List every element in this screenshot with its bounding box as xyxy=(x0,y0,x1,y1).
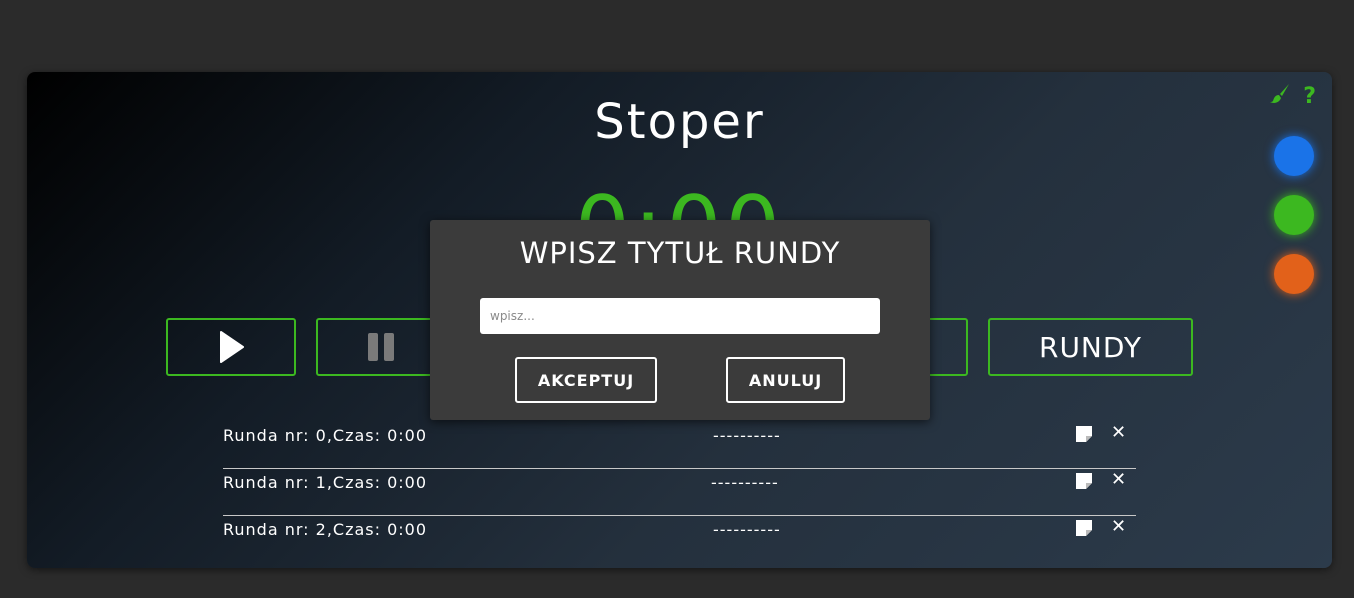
note-edit-icon[interactable] xyxy=(1076,473,1092,489)
theme-blue-dot[interactable] xyxy=(1274,136,1314,176)
round-title: ---------- xyxy=(711,473,779,492)
theme-green-dot[interactable] xyxy=(1274,195,1314,235)
page-title: Stoper xyxy=(594,94,765,150)
round-title-input[interactable] xyxy=(480,298,880,334)
round-title-modal: WPISZ TYTUŁ RUNDY AKCEPTUJ ANULUJ xyxy=(430,220,930,420)
play-icon xyxy=(220,331,244,363)
round-title: ---------- xyxy=(713,426,781,445)
help-icon[interactable]: ? xyxy=(1303,84,1316,109)
note-edit-icon[interactable] xyxy=(1076,426,1092,442)
round-label: Runda nr: 0,Czas: 0:00 xyxy=(223,426,428,445)
round-row: Runda nr: 1,Czas: 0:00 ---------- ✕ xyxy=(223,469,1136,516)
rounds-button[interactable]: RUNDY xyxy=(988,318,1193,376)
note-edit-icon[interactable] xyxy=(1076,520,1092,536)
close-icon[interactable]: ✕ xyxy=(1111,422,1127,443)
round-row: Runda nr: 0,Czas: 0:00 ---------- ✕ xyxy=(223,422,1136,469)
theme-orange-dot[interactable] xyxy=(1274,254,1314,294)
pause-icon xyxy=(368,333,394,361)
cancel-button[interactable]: ANULUJ xyxy=(726,357,845,403)
round-title: ---------- xyxy=(713,520,781,539)
round-row: Runda nr: 2,Czas: 0:00 ---------- ✕ xyxy=(223,516,1136,562)
accept-button[interactable]: AKCEPTUJ xyxy=(515,357,657,403)
round-label: Runda nr: 2,Czas: 0:00 xyxy=(223,520,428,539)
close-icon[interactable]: ✕ xyxy=(1111,469,1127,490)
top-icons: ? xyxy=(1269,82,1316,110)
round-label: Runda nr: 1,Czas: 0:00 xyxy=(223,473,428,492)
paint-brush-icon[interactable] xyxy=(1269,82,1291,110)
play-button[interactable] xyxy=(166,318,296,376)
modal-title: WPISZ TYTUŁ RUNDY xyxy=(519,236,841,270)
close-icon[interactable]: ✕ xyxy=(1111,516,1127,537)
pause-button[interactable] xyxy=(316,318,446,376)
rounds-list: Runda nr: 0,Czas: 0:00 ---------- ✕ Rund… xyxy=(223,422,1136,562)
